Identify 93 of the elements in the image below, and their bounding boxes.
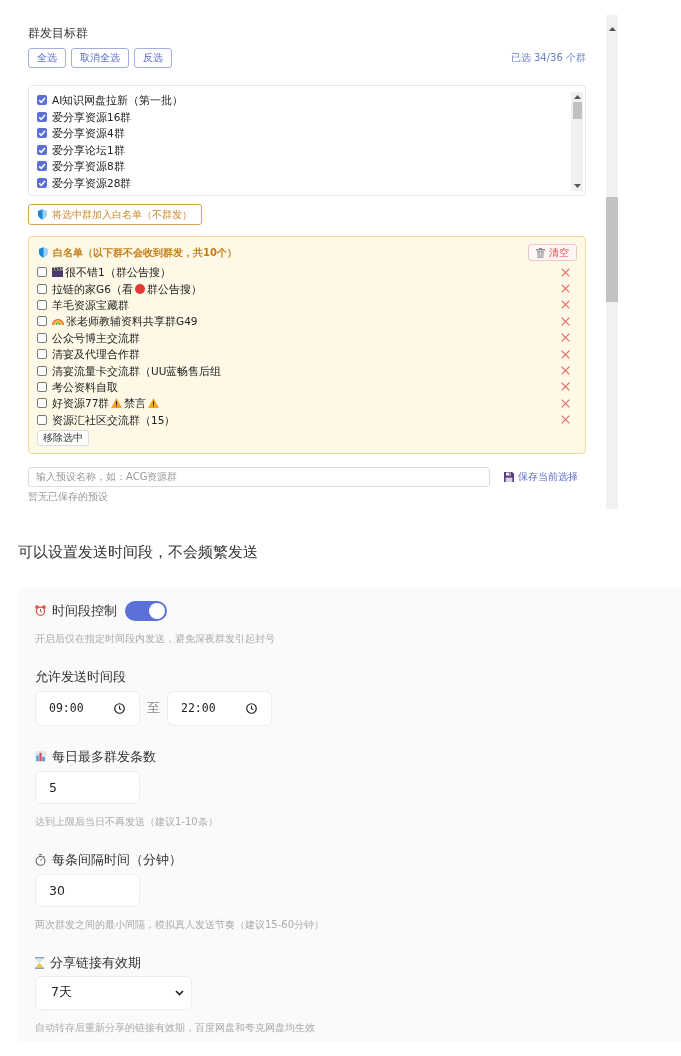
chevron-down-icon (175, 989, 184, 996)
hint-text: 自动转存后重新分享的链接有效期，百度网盘和夸克网盘均生效 (35, 1020, 316, 1035)
time-field[interactable]: 22:00 (167, 690, 272, 726)
group-name: 清宴流量卡交流群（UU蓝畅售后组 (52, 363, 222, 378)
checkbox[interactable] (37, 111, 47, 122)
caption-text: 可以设置发送时间段，不会频繁发送 (18, 541, 259, 562)
group-name: 公众号博主交流群 (52, 330, 140, 345)
scroll-down-arrow-icon[interactable] (573, 184, 581, 188)
scrollbar-thumb[interactable] (572, 102, 582, 119)
select-button[interactable]: 全选 (28, 48, 66, 68)
section-title: 群发目标群 (28, 25, 89, 41)
close-icon[interactable] (561, 284, 570, 294)
shield-icon (38, 209, 47, 220)
group-name: AI知识网盘拉新（第一批） (52, 93, 184, 108)
checkbox[interactable] (37, 177, 47, 188)
circle-icon (134, 283, 145, 294)
list-scrollbar[interactable] (571, 92, 583, 191)
checkbox[interactable] (37, 349, 47, 360)
group-name: 很不错1（群公告搜） (65, 265, 171, 280)
number-field[interactable]: 30 (35, 873, 140, 907)
checkbox[interactable] (37, 161, 47, 172)
group-name: 禁言 (124, 396, 147, 411)
empty-presets-note: 暂无已保存的预设 (28, 490, 109, 503)
number-field[interactable]: 5 (35, 770, 140, 804)
setting-label: 分享链接有效期 (50, 953, 141, 972)
clock-icon (246, 702, 257, 714)
scroll-up-arrow-icon[interactable] (608, 27, 616, 31)
checkbox[interactable] (37, 95, 47, 106)
clear-button[interactable]: 清空 (528, 244, 577, 261)
group-name: 清宴及代理合作群 (52, 347, 140, 362)
time-field[interactable]: 09:00 (35, 690, 140, 726)
clapperboard-icon (52, 267, 63, 278)
remove-selected-button[interactable]: 移除选中 (37, 429, 89, 446)
close-icon[interactable] (561, 382, 570, 392)
preset-name-field[interactable]: 输入预设名称，如：ACG资源群 (28, 466, 490, 487)
close-icon[interactable] (561, 316, 570, 326)
whitelist-title: 白名单（以下群不会收到群发，共10个） (53, 245, 237, 260)
shield-icon (39, 247, 48, 258)
setting-label: 允许发送时间段 (35, 667, 127, 686)
group-name: 资源汇社区交流群（15） (52, 412, 176, 427)
group-name: 羊毛资源宝藏群 (52, 297, 129, 312)
select-button[interactable]: 取消全选 (71, 48, 129, 68)
selected-count: 已选 34/36 个群 (510, 51, 586, 65)
bar-chart-icon (35, 751, 46, 763)
toggle-switch[interactable] (125, 600, 167, 621)
checkbox[interactable] (37, 414, 47, 425)
warning-icon (111, 398, 123, 409)
hourglass-icon (35, 956, 44, 969)
group-name: 爱分享论坛1群 (52, 142, 125, 157)
checkbox[interactable] (37, 398, 47, 409)
checkbox[interactable] (37, 283, 47, 294)
checkbox[interactable] (37, 144, 47, 155)
select-button[interactable]: 反选 (134, 48, 172, 68)
checkbox[interactable] (37, 267, 47, 278)
close-icon[interactable] (561, 267, 570, 277)
setting-label: 每日最多群发条数 (52, 747, 156, 766)
scrollbar-thumb[interactable] (606, 197, 618, 302)
group-name: 爱分享资源4群 (52, 126, 125, 141)
group-name: 拉链的家G6（看 (52, 281, 133, 296)
checkbox[interactable] (37, 332, 47, 343)
warning-icon (148, 398, 160, 409)
group-name: 爱分享资源8群 (52, 159, 125, 174)
range-separator: 至 (147, 699, 160, 718)
alarm-clock-icon (35, 605, 46, 617)
group-name: 爱分享资源28群 (52, 175, 132, 190)
stopwatch-icon (35, 853, 46, 866)
checkbox[interactable] (37, 128, 47, 139)
dropdown[interactable]: 7天 (35, 975, 192, 1010)
group-name: 爱分享资源16群 (52, 109, 132, 124)
save-selection-button[interactable]: 保存当前选择 (504, 469, 578, 484)
checkbox[interactable] (37, 299, 47, 310)
group-name: 好资源77群 (52, 396, 110, 411)
checkbox[interactable] (37, 316, 47, 327)
close-icon[interactable] (561, 300, 570, 310)
scroll-up-arrow-icon[interactable] (573, 95, 581, 99)
clock-icon (114, 702, 125, 714)
group-name: 群公告搜） (146, 281, 202, 296)
group-name: 张老师教辅资料共享群G49 (66, 314, 198, 329)
rainbow-icon (52, 317, 64, 325)
group-name: 考公资料自取 (52, 379, 118, 394)
setting-label: 时间段控制 (52, 601, 117, 620)
trash-icon (536, 247, 545, 258)
close-icon[interactable] (561, 398, 570, 408)
close-icon[interactable] (561, 349, 570, 359)
checkbox[interactable] (37, 365, 47, 376)
setting-label: 每条间隔时间（分钟） (52, 850, 182, 869)
checkbox[interactable] (37, 381, 47, 392)
page-scrollbar[interactable] (606, 15, 618, 509)
close-icon[interactable] (561, 366, 570, 376)
close-icon[interactable] (561, 415, 570, 425)
close-icon[interactable] (561, 333, 570, 343)
hint-text: 开启后仅在指定时间段内发送，避免深夜群发引起封号 (35, 631, 276, 646)
hint-text: 两次群发之间的最小间隔，模拟真人发送节奏（建议15-60分钟） (35, 917, 326, 932)
